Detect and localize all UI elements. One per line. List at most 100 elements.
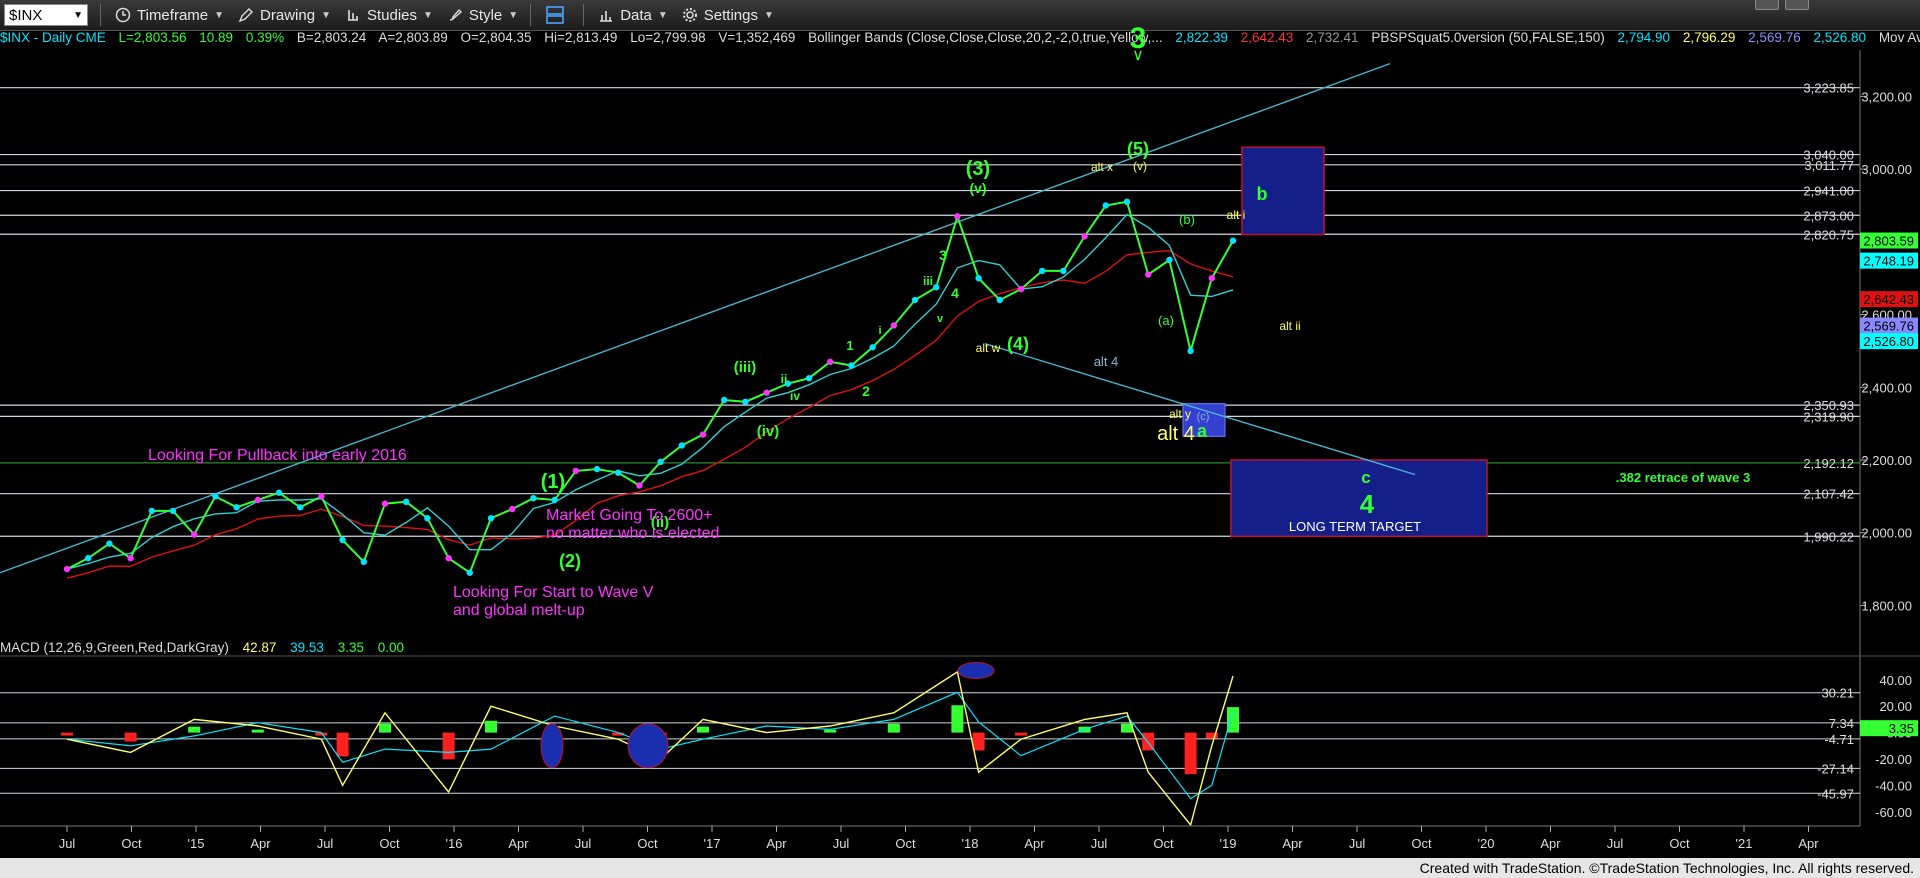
price-point [191, 531, 198, 538]
price-flag-label: 2,642.43 [1863, 292, 1914, 307]
channel-trendline [0, 62, 1391, 574]
wave-label: (v) [969, 180, 986, 196]
x-tick-label: '17 [704, 836, 721, 851]
price-chart[interactable]: 3,223.853,040.003,011.772,941.002,873.00… [0, 0, 1920, 878]
x-tick-label: Jul [575, 836, 592, 851]
wave-label: (iv) [757, 423, 780, 440]
x-tick-label: Oct [379, 836, 400, 851]
macd-histogram-bar [251, 729, 264, 733]
wave-label: v [937, 313, 944, 325]
y-tick-label: 2,000.00 [1861, 526, 1912, 541]
price-point [212, 493, 219, 500]
macd-price-flag-label: 3.35 [1889, 721, 1914, 736]
price-point [106, 540, 113, 547]
price-point [1102, 202, 1110, 209]
x-tick-label: Apr [508, 836, 529, 851]
price-point [848, 362, 855, 369]
x-tick-label: '15 [188, 836, 205, 851]
macd-signal: 39.53 [290, 640, 324, 655]
price-point [1081, 233, 1088, 240]
price-point [1039, 267, 1046, 275]
macd-histogram-bar [972, 732, 985, 751]
price-point [1208, 274, 1216, 282]
wave-label: c [1361, 468, 1370, 487]
price-point [85, 554, 92, 562]
wave-label: iii [923, 274, 933, 288]
x-tick-label: Jul [1349, 836, 1366, 851]
wave-label: (1) [541, 471, 565, 493]
x-tick-label: Oct [121, 836, 142, 851]
macd-level-label: -4.71 [1824, 732, 1854, 747]
price-point [1060, 267, 1067, 275]
price-point [466, 569, 473, 576]
x-tick-label: Oct [637, 836, 658, 851]
price-point [869, 344, 876, 351]
x-tick-label: Apr [250, 836, 271, 851]
wave-label: (c) [1197, 411, 1210, 423]
x-tick-label: Jul [317, 836, 334, 851]
price-point [1229, 237, 1237, 244]
x-tick-label: Apr [1540, 836, 1561, 851]
copyright-footer: Created with TradeStation. ©TradeStation… [1419, 860, 1914, 876]
level-label: 2,319.90 [1803, 409, 1854, 424]
wave-label: (v) [1133, 159, 1147, 173]
macd-zero: 0.00 [377, 640, 405, 655]
macd-histogram-bar [1184, 732, 1197, 775]
price-point [424, 514, 431, 522]
price-point [1123, 198, 1131, 206]
wave-label: 4 [951, 285, 959, 301]
wave-label: Market Going To 2600+ [546, 507, 712, 524]
level-label: 3,011.77 [1804, 158, 1854, 173]
macd-y-tick-label: 40.00 [1879, 673, 1912, 688]
macd-histogram-bar [61, 732, 73, 736]
macd-level-label: -27.14 [1817, 761, 1854, 776]
price-point [233, 504, 240, 511]
price-point [721, 396, 728, 404]
wave-label: Looking For Start to Wave V [453, 584, 654, 601]
price-point [593, 465, 601, 473]
y-tick-label: 2,200.00 [1861, 453, 1912, 468]
level-label: 2,107.42 [1803, 487, 1854, 502]
price-point [1187, 347, 1194, 355]
wave-label: alt x [1091, 160, 1113, 174]
wave-label: i [878, 325, 881, 337]
x-tick-label: Apr [1282, 836, 1303, 851]
price-flag-label: 2,803.59 [1863, 234, 1914, 249]
level-label: 2,941.00 [1803, 184, 1854, 199]
level-label: 2,192.12 [1803, 456, 1854, 471]
price-point [487, 514, 495, 522]
macd-histogram-bar [887, 723, 900, 733]
macd-histogram-bar [824, 729, 837, 733]
macd-info-bar: MACD (12,26,9,Green,Red,DarkGray) 42.87 … [0, 640, 414, 658]
macd-histogram-bar [1015, 732, 1027, 736]
macd-histogram-bar [697, 726, 709, 733]
wave-b-target-box [1241, 146, 1325, 236]
macd-histogram-bar [336, 732, 349, 757]
x-tick-label: Oct [1153, 836, 1174, 851]
level-label: 1,990.22 [1803, 529, 1854, 544]
x-tick-label: Apr [766, 836, 787, 851]
x-tick-label: Oct [1411, 836, 1432, 851]
wave-c-trendline [984, 342, 1416, 476]
wave-label: alt y [1169, 407, 1191, 421]
wave-label: (5) [1127, 139, 1149, 159]
wave-label: alt ii [1279, 319, 1300, 333]
macd-hist: 3.35 [337, 640, 364, 655]
wave-label: (a) [1158, 313, 1174, 328]
macd-y-tick-label: -40.00 [1875, 778, 1912, 793]
level-label: 2,873.00 [1803, 208, 1854, 223]
price-flag-label: 2,748.19 [1863, 254, 1914, 269]
x-tick-label: Oct [895, 836, 916, 851]
x-tick-label: Jul [1607, 836, 1624, 851]
x-tick-label: Jul [833, 836, 850, 851]
macd-histogram-bar [124, 732, 137, 742]
price-point [933, 284, 940, 291]
price-point [890, 322, 897, 329]
price-point [148, 507, 155, 515]
wave-label: alt 4 [1094, 354, 1119, 369]
price-point [381, 500, 389, 507]
wave-label: ii [781, 372, 788, 386]
y-tick-label: 3,200.00 [1861, 89, 1912, 104]
price-point [297, 504, 304, 511]
price-point [169, 507, 177, 515]
